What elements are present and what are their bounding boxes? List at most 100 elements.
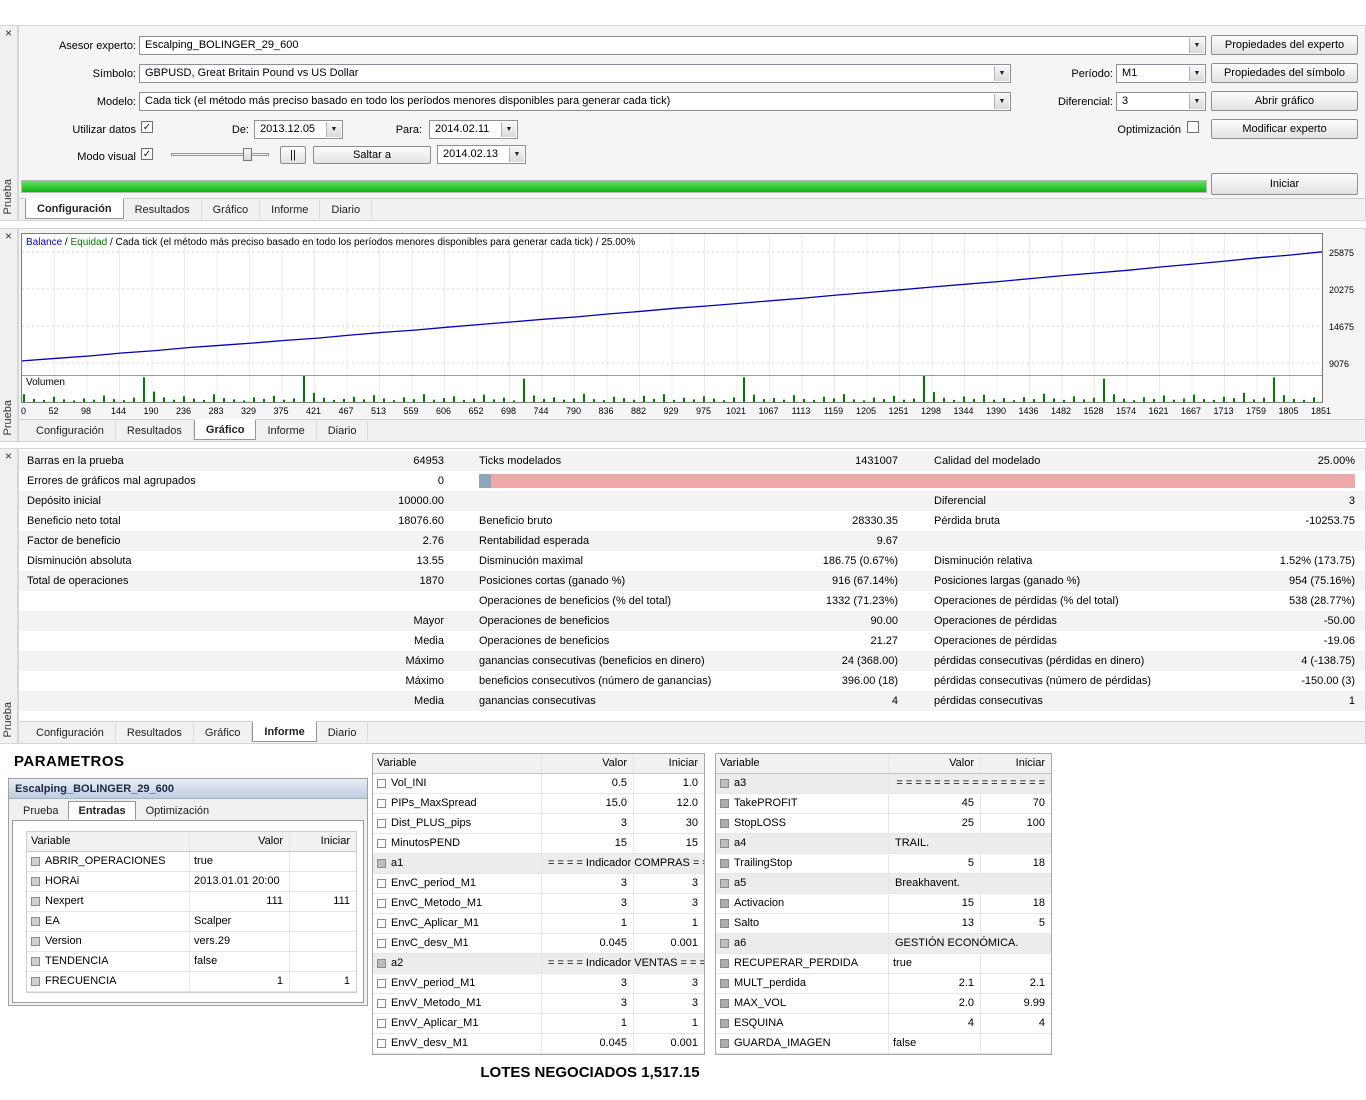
tab-configuración[interactable]: Configuración	[25, 198, 124, 219]
param-row[interactable]: MinutosPEND1515	[373, 834, 704, 854]
tab-diario[interactable]: Diario	[317, 421, 369, 440]
param-value[interactable]: false	[190, 952, 290, 971]
param-value[interactable]: 111	[190, 892, 290, 911]
checkbox-icon[interactable]	[31, 957, 40, 966]
model-combobox[interactable]: Cada tick (el método más preciso basado …	[139, 92, 1011, 111]
param-row[interactable]: a3= = = = = = = = = = = = = = = =	[716, 774, 1051, 794]
tab-gráfico[interactable]: Gráfico	[194, 419, 257, 440]
param-value[interactable]: false	[889, 1034, 981, 1053]
param-row[interactable]: TakePROFIT4570	[716, 794, 1051, 814]
close-icon[interactable]: ×	[2, 450, 15, 463]
param-value[interactable]: 0.045	[542, 1034, 634, 1053]
param-value[interactable]: 2.1	[889, 974, 981, 993]
param-initial-value[interactable]	[290, 912, 356, 931]
param-row[interactable]: EnvC_Aplicar_M111	[373, 914, 704, 934]
open-chart-button[interactable]: Abrir gráfico	[1211, 91, 1358, 111]
param-initial-value[interactable]: 12.0	[634, 794, 704, 813]
skip-date-combobox[interactable]: 2014.02.13 ▼	[437, 145, 526, 164]
param-value[interactable]: true	[889, 954, 981, 973]
param-initial-value[interactable]: 1	[290, 972, 356, 991]
param-initial-value[interactable]: 2.1	[981, 974, 1051, 993]
param-initial-value[interactable]: 3	[634, 894, 704, 913]
chevron-down-icon[interactable]: ▼	[326, 122, 341, 137]
param-initial-value[interactable]	[981, 1034, 1051, 1053]
param-value[interactable]: 0.5	[542, 774, 634, 793]
param-row[interactable]: TENDENCIAfalse	[27, 952, 356, 972]
chevron-down-icon[interactable]: ▼	[1189, 66, 1204, 81]
param-row[interactable]: EnvC_Metodo_M133	[373, 894, 704, 914]
param-value[interactable]: 1	[542, 914, 634, 933]
param-row[interactable]: Vol_INI0.51.0	[373, 774, 704, 794]
param-initial-value[interactable]	[981, 954, 1051, 973]
param-initial-value[interactable]: 3	[634, 974, 704, 993]
tab-resultados[interactable]: Resultados	[116, 723, 194, 742]
optimization-checkbox[interactable]	[1187, 121, 1199, 133]
param-row[interactable]: HORAi2013.01.01 20:00	[27, 872, 356, 892]
chevron-down-icon[interactable]: ▼	[1189, 94, 1204, 109]
param-value[interactable]: 15	[889, 894, 981, 913]
checkbox-icon[interactable]	[720, 879, 729, 888]
checkbox-icon[interactable]	[377, 779, 386, 788]
modify-expert-button[interactable]: Modificar experto	[1211, 119, 1358, 139]
checkbox-icon[interactable]	[720, 839, 729, 848]
param-initial-value[interactable]: 100	[981, 814, 1051, 833]
checkbox-icon[interactable]	[720, 939, 729, 948]
checkbox-icon[interactable]	[720, 859, 729, 868]
to-date-combobox[interactable]: 2014.02.11 ▼	[429, 120, 518, 139]
param-initial-value[interactable]: 1.0	[634, 774, 704, 793]
param-value[interactable]: 3	[542, 814, 634, 833]
slider-thumb[interactable]	[243, 148, 252, 161]
checkbox-icon[interactable]	[31, 917, 40, 926]
tab-gráfico[interactable]: Gráfico	[194, 723, 252, 742]
skip-to-button[interactable]: Saltar a	[313, 146, 431, 164]
checkbox-icon[interactable]	[720, 979, 729, 988]
param-initial-value[interactable]: 70	[981, 794, 1051, 813]
tab-resultados[interactable]: Resultados	[124, 200, 202, 219]
checkbox-icon[interactable]	[720, 819, 729, 828]
checkbox-icon[interactable]	[31, 857, 40, 866]
symbol-combobox[interactable]: GBPUSD, Great Britain Pound vs US Dollar…	[139, 64, 1011, 83]
param-value[interactable]: 2.0	[889, 994, 981, 1013]
param-initial-value[interactable]: 3	[634, 994, 704, 1013]
checkbox-icon[interactable]	[720, 919, 729, 928]
param-value[interactable]: 5	[889, 854, 981, 873]
param-row[interactable]: a1= = = = Indicador COMPRAS = = =	[373, 854, 704, 874]
param-initial-value[interactable]: 5	[981, 914, 1051, 933]
param-initial-value[interactable]	[290, 852, 356, 871]
param-row[interactable]: TrailingStop518	[716, 854, 1051, 874]
param-value[interactable]: 1	[542, 1014, 634, 1033]
close-icon[interactable]: ×	[2, 27, 15, 40]
tab-informe[interactable]: Informe	[256, 421, 316, 440]
param-initial-value[interactable]: 1	[634, 914, 704, 933]
tab-informe[interactable]: Informe	[260, 200, 320, 219]
checkbox-icon[interactable]	[720, 1019, 729, 1028]
param-initial-value[interactable]: 9.99	[981, 994, 1051, 1013]
param-initial-value[interactable]: 1	[634, 1014, 704, 1033]
param-initial-value[interactable]: 4	[981, 1014, 1051, 1033]
checkbox-icon[interactable]	[377, 979, 386, 988]
param-initial-value[interactable]: 30	[634, 814, 704, 833]
spread-combobox[interactable]: 3 ▼	[1116, 92, 1206, 111]
checkbox-icon[interactable]	[377, 899, 386, 908]
tab-informe[interactable]: Informe	[252, 721, 316, 742]
param-row[interactable]: a2= = = = Indicador VENTAS = = = =	[373, 954, 704, 974]
chevron-down-icon[interactable]: ▼	[501, 122, 516, 137]
param-row[interactable]: EnvC_period_M133	[373, 874, 704, 894]
param-row[interactable]: MAX_VOL2.09.99	[716, 994, 1051, 1014]
checkbox-icon[interactable]	[720, 959, 729, 968]
checkbox-icon[interactable]	[720, 899, 729, 908]
from-date-combobox[interactable]: 2013.12.05 ▼	[254, 120, 343, 139]
tab-diario[interactable]: Diario	[320, 200, 372, 219]
expert-combobox[interactable]: Escalping_BOLINGER_29_600 ▼	[139, 36, 1206, 55]
param-row[interactable]: Versionvers.29	[27, 932, 356, 952]
param-row[interactable]: EnvC_desv_M10.0450.001	[373, 934, 704, 954]
param-row[interactable]: a4TRAIL.	[716, 834, 1051, 854]
param-row[interactable]: StopLOSS25100	[716, 814, 1051, 834]
checkbox-icon[interactable]	[31, 937, 40, 946]
param-row[interactable]: PIPs_MaxSpread15.012.0	[373, 794, 704, 814]
symbol-properties-button[interactable]: Propiedades del símbolo	[1211, 63, 1358, 83]
param-value[interactable]: 15	[542, 834, 634, 853]
use-dates-checkbox[interactable]: ✓	[141, 121, 153, 133]
param-row[interactable]: ESQUINA44	[716, 1014, 1051, 1034]
param-tab-prueba[interactable]: Prueba	[13, 801, 68, 820]
